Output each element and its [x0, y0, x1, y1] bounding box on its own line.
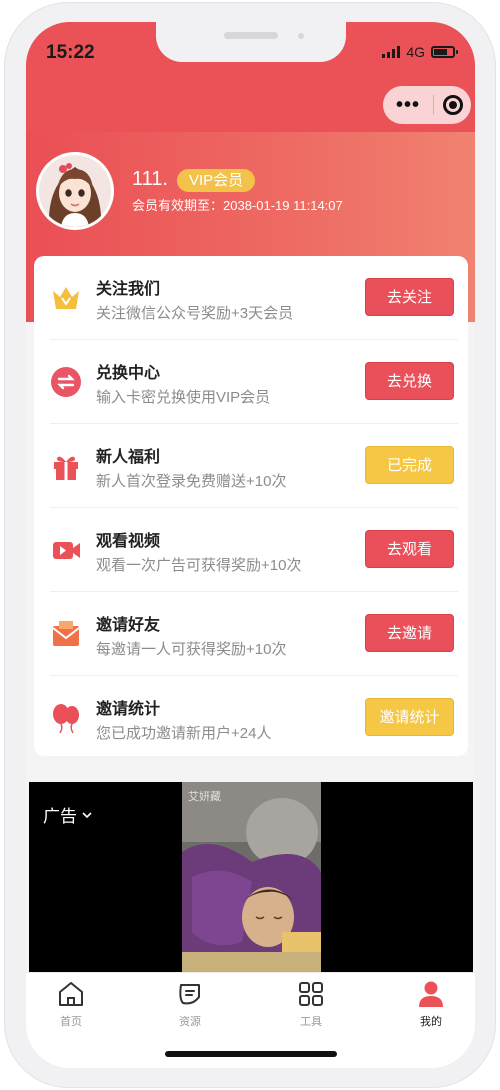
vip-badge: VIP会员 [177, 169, 256, 192]
task-list: 关注我们 关注微信公众号奖励+3天会员 去关注 兑换中心 输入卡密兑换使用VIP… [34, 256, 468, 756]
ad-label-text: 广告 [43, 807, 77, 826]
task-row-exchange: 兑换中心 输入卡密兑换使用VIP会员 去兑换 [34, 340, 468, 424]
close-capsule-button[interactable] [434, 95, 471, 115]
task-title: 邀请好友 [96, 617, 161, 634]
vip-expire-text: 会员有效期至：2038-01-19 11:14:07 [132, 198, 343, 213]
profile-icon [419, 981, 443, 1007]
status-indicators: 4G [382, 44, 458, 60]
gift-icon [54, 456, 78, 480]
task-desc: 观看一次广告可获得奖励+10次 [96, 557, 302, 574]
video-icon [53, 542, 80, 559]
camera-dot [298, 33, 304, 39]
balloons-icon [53, 704, 79, 734]
task-row-follow: 关注我们 关注微信公众号奖励+3天会员 去关注 [34, 256, 468, 340]
ad-video-thumbnail: 艾妍藏 [182, 782, 321, 972]
task-row-video: 观看视频 观看一次广告可获得奖励+10次 去观看 [34, 508, 468, 592]
exchange-icon [51, 367, 81, 397]
exchange-button[interactable]: 去兑换 [365, 362, 454, 400]
watch-button[interactable]: 去观看 [365, 530, 454, 568]
envelope-icon [52, 621, 80, 646]
tab-mine[interactable]: 我的 [391, 979, 471, 1029]
resource-icon [179, 984, 200, 1005]
signal-icon [382, 46, 401, 58]
ad-watermark: 艾妍藏 [188, 791, 221, 803]
task-row-invite: 邀请好友 每邀请一人可获得奖励+10次 去邀请 [34, 592, 468, 676]
screen: 15:22 4G ••• 111. VIP会员 会员有效期至：2038-01-1… [26, 22, 475, 1068]
task-row-stats: 邀请统计 您已成功邀请新用户+24人 邀请统计 [34, 676, 468, 760]
chevron-down-icon [82, 811, 92, 818]
task-desc: 新人首次登录免费赠送+10次 [96, 473, 287, 490]
ad-label[interactable]: 广告 [43, 802, 93, 827]
task-desc: 关注微信公众号奖励+3天会员 [96, 305, 294, 322]
tab-label: 资源 [179, 1016, 201, 1028]
task-row-newbie: 新人福利 新人首次登录免费赠送+10次 已完成 [34, 424, 468, 508]
crown-icon [53, 287, 79, 309]
tab-label: 我的 [420, 1016, 442, 1028]
avatar-image [39, 155, 111, 227]
user-name: 111. [132, 168, 168, 190]
follow-button[interactable]: 去关注 [365, 278, 454, 316]
target-icon [442, 95, 463, 115]
invite-stats-button[interactable]: 邀请统计 [365, 698, 454, 736]
task-desc: 每邀请一人可获得奖励+10次 [96, 641, 287, 658]
notch [156, 22, 346, 62]
tab-home[interactable]: 首页 [31, 979, 111, 1029]
ad-banner[interactable]: 艾妍藏 广告 [29, 782, 473, 972]
completed-button[interactable]: 已完成 [365, 446, 454, 484]
task-desc: 输入卡密兑换使用VIP会员 [96, 389, 271, 406]
invite-button[interactable]: 去邀请 [365, 614, 454, 652]
tab-label: 首页 [60, 1016, 82, 1028]
tab-label: 工具 [300, 1016, 322, 1028]
tab-tools[interactable]: 工具 [271, 979, 351, 1029]
task-title: 观看视频 [96, 533, 161, 550]
ellipsis-icon[interactable]: ••• [383, 94, 433, 117]
task-title: 新人福利 [96, 449, 161, 466]
ad-image [182, 782, 321, 972]
home-icon [59, 982, 83, 1006]
avatar[interactable] [36, 152, 114, 230]
task-title: 关注我们 [96, 281, 161, 298]
tab-resource[interactable]: 资源 [150, 979, 230, 1029]
task-title: 邀请统计 [96, 701, 161, 718]
speaker [224, 32, 278, 39]
network-type: 4G [406, 44, 425, 60]
grid-icon [299, 982, 323, 1006]
task-title: 兑换中心 [96, 365, 161, 382]
task-desc: 您已成功邀请新用户+24人 [96, 725, 272, 742]
miniprogram-capsule: ••• [383, 86, 471, 124]
home-indicator [165, 1051, 337, 1057]
battery-icon [431, 46, 458, 58]
status-time: 15:22 [46, 42, 95, 63]
